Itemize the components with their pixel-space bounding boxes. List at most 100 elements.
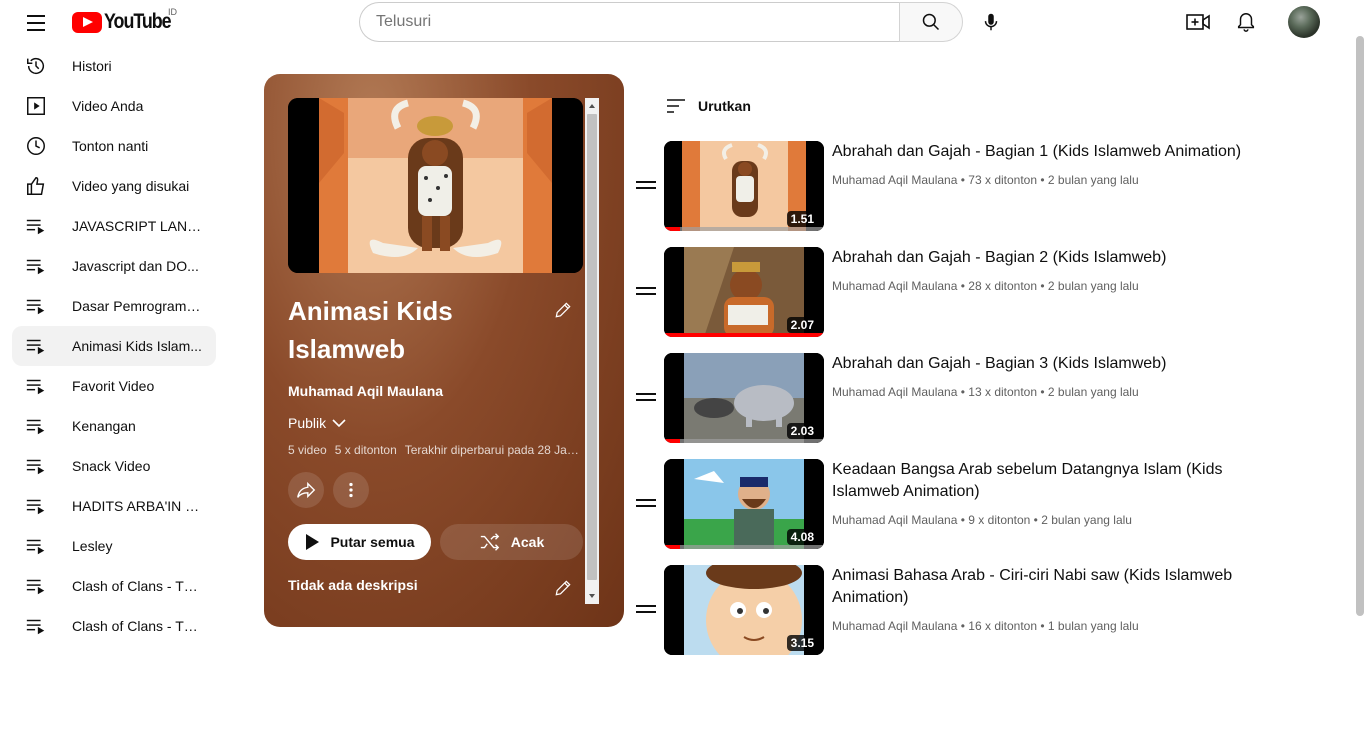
sidebar-item[interactable]: Javascript dan DO... xyxy=(12,246,216,286)
sidebar-item[interactable]: Histori xyxy=(12,46,216,86)
sidebar: Histori Video Anda Tonton nanti Video yang … xyxy=(12,46,216,646)
video-title[interactable]: Abrahah dan Gajah - Bagian 2 (Kids Islam… xyxy=(832,247,1252,269)
channel-name[interactable]: Muhamad Aqil Maulana xyxy=(832,513,957,527)
playlist-icon xyxy=(24,374,48,398)
search-button[interactable] xyxy=(899,2,963,42)
search-icon xyxy=(922,13,940,31)
sidebar-item-label: Snack Video xyxy=(72,458,151,474)
play-icon xyxy=(306,534,320,550)
playlist-video-row[interactable]: 4.08 Keadaan Bangsa Arab sebelum Datangny… xyxy=(636,459,1256,549)
sidebar-item[interactable]: Snack Video xyxy=(12,446,216,486)
video-duration: 3.15 xyxy=(786,635,818,651)
playlist-icon xyxy=(24,214,48,238)
view-count: 13 x ditonton xyxy=(968,385,1038,399)
create-video-icon[interactable] xyxy=(1186,11,1210,33)
video-title[interactable]: Keadaan Bangsa Arab sebelum Datangnya Is… xyxy=(832,459,1252,503)
avatar[interactable] xyxy=(1288,6,1320,38)
share-button[interactable] xyxy=(288,472,324,508)
playlist-owner[interactable]: Muhamad Aqil Maulana xyxy=(288,383,443,399)
chevron-down-icon xyxy=(332,419,346,428)
video-meta: Muhamad Aqil Maulana • 13 x ditonton • 2… xyxy=(832,385,1139,399)
sidebar-item-label: Histori xyxy=(72,58,112,74)
sidebar-item[interactable]: HADITS ARBA'IN D... xyxy=(12,486,216,526)
playlist-icon xyxy=(24,574,48,598)
scroll-up-arrow-icon[interactable] xyxy=(589,104,595,108)
privacy-label: Publik xyxy=(288,415,327,431)
more-actions-button[interactable] xyxy=(333,472,369,508)
playlist-video-row[interactable]: 3.15 Animasi Bahasa Arab - Ciri-ciri Nabi… xyxy=(636,565,1256,655)
video-thumbnail[interactable]: 1.51 xyxy=(664,141,824,231)
drag-handle-icon[interactable] xyxy=(636,181,656,191)
edit-title-pencil-icon[interactable] xyxy=(553,300,573,320)
sidebar-item[interactable]: Animasi Kids Islam... xyxy=(12,326,216,366)
drag-handle-icon[interactable] xyxy=(636,393,656,403)
menu-icon[interactable] xyxy=(22,10,50,34)
logo-text: YouTube xyxy=(104,10,172,33)
drag-handle-icon[interactable] xyxy=(636,499,656,509)
privacy-dropdown[interactable]: Publik xyxy=(288,415,346,431)
sort-button[interactable]: Urutkan xyxy=(666,98,751,114)
drag-handle-icon[interactable] xyxy=(636,287,656,297)
sidebar-item[interactable]: Clash of Clans - TH 8 xyxy=(12,606,216,646)
sidebar-item[interactable]: JAVASCRIPT LANJ... xyxy=(12,206,216,246)
playlist-video-row[interactable]: 2.03 Abrahah dan Gajah - Bagian 3 (Kids I… xyxy=(636,353,1256,443)
video-thumbnail[interactable]: 2.07 xyxy=(664,247,824,337)
playlist-video-row[interactable]: 2.07 Abrahah dan Gajah - Bagian 2 (Kids I… xyxy=(636,247,1256,337)
play-all-button[interactable]: Putar semua xyxy=(288,524,431,560)
share-icon xyxy=(297,481,316,499)
sidebar-item-label: JAVASCRIPT LANJ... xyxy=(72,218,202,234)
sidebar-item[interactable]: Dasar Pemrograma... xyxy=(12,286,216,326)
playlist-hero-thumbnail[interactable] xyxy=(288,98,583,273)
playlist-video-row[interactable]: 1.51 Abrahah dan Gajah - Bagian 1 (Kids I… xyxy=(636,141,1256,231)
sidebar-item-label: Animasi Kids Islam... xyxy=(72,338,202,354)
like-icon xyxy=(24,174,48,198)
playlist-icon xyxy=(24,334,48,358)
view-count: 28 x ditonton xyxy=(968,279,1038,293)
sidebar-item[interactable]: Video Anda xyxy=(12,86,216,126)
sidebar-item[interactable]: Lesley xyxy=(12,526,216,566)
notifications-bell-icon[interactable] xyxy=(1235,10,1257,34)
channel-name[interactable]: Muhamad Aqil Maulana xyxy=(832,619,957,633)
sidebar-item-label: Video yang disukai xyxy=(72,178,190,194)
watch-later-icon xyxy=(24,134,48,158)
history-icon xyxy=(24,54,48,78)
sidebar-item-label: Javascript dan DO... xyxy=(72,258,199,274)
sidebar-item[interactable]: Clash of Clans - TH 9 xyxy=(12,566,216,606)
channel-name[interactable]: Muhamad Aqil Maulana xyxy=(832,279,957,293)
video-count: 5 video xyxy=(288,443,327,457)
video-thumbnail[interactable]: 3.15 xyxy=(664,565,824,655)
shuffle-button[interactable]: Acak xyxy=(440,524,583,560)
upload-age: 2 bulan yang lalu xyxy=(1041,513,1132,527)
last-updated: Terakhir diperbarui pada 28 Jan... xyxy=(404,443,582,457)
sidebar-item[interactable]: Video yang disukai xyxy=(12,166,216,206)
mic-icon[interactable] xyxy=(980,11,1002,33)
video-title[interactable]: Animasi Bahasa Arab - Ciri-ciri Nabi saw… xyxy=(832,565,1252,609)
playlist-icon xyxy=(24,494,48,518)
video-duration: 2.07 xyxy=(786,317,818,333)
channel-name[interactable]: Muhamad Aqil Maulana xyxy=(832,385,957,399)
sidebar-item-label: Kenangan xyxy=(72,418,136,434)
channel-name[interactable]: Muhamad Aqil Maulana xyxy=(832,173,957,187)
panel-scrollbar[interactable] xyxy=(585,98,599,604)
video-thumbnail[interactable]: 4.08 xyxy=(664,459,824,549)
search-input[interactable] xyxy=(359,2,899,42)
sidebar-item[interactable]: Favorit Video xyxy=(12,366,216,406)
upload-age: 1 bulan yang lalu xyxy=(1047,619,1139,633)
video-meta: Muhamad Aqil Maulana • 73 x ditonton • 2… xyxy=(832,173,1139,187)
video-duration: 4.08 xyxy=(786,529,818,545)
page-scrollbar[interactable] xyxy=(1352,0,1366,730)
play-all-label: Putar semua xyxy=(330,534,415,550)
scroll-down-arrow-icon[interactable] xyxy=(589,594,595,598)
sidebar-item-label: Lesley xyxy=(72,538,113,554)
watch-progress-track xyxy=(664,545,824,549)
sidebar-item[interactable]: Tonton nanti xyxy=(12,126,216,166)
youtube-logo[interactable]: YouTube ID xyxy=(72,7,182,34)
video-thumbnail[interactable]: 2.03 xyxy=(664,353,824,443)
video-title[interactable]: Abrahah dan Gajah - Bagian 1 (Kids Islam… xyxy=(832,141,1252,163)
video-title[interactable]: Abrahah dan Gajah - Bagian 3 (Kids Islam… xyxy=(832,353,1252,375)
edit-description-pencil-icon[interactable] xyxy=(553,578,573,598)
video-duration: 2.03 xyxy=(786,423,818,439)
drag-handle-icon[interactable] xyxy=(636,605,656,615)
sidebar-item-label: Dasar Pemrograma... xyxy=(72,298,202,314)
sidebar-item[interactable]: Kenangan xyxy=(12,406,216,446)
